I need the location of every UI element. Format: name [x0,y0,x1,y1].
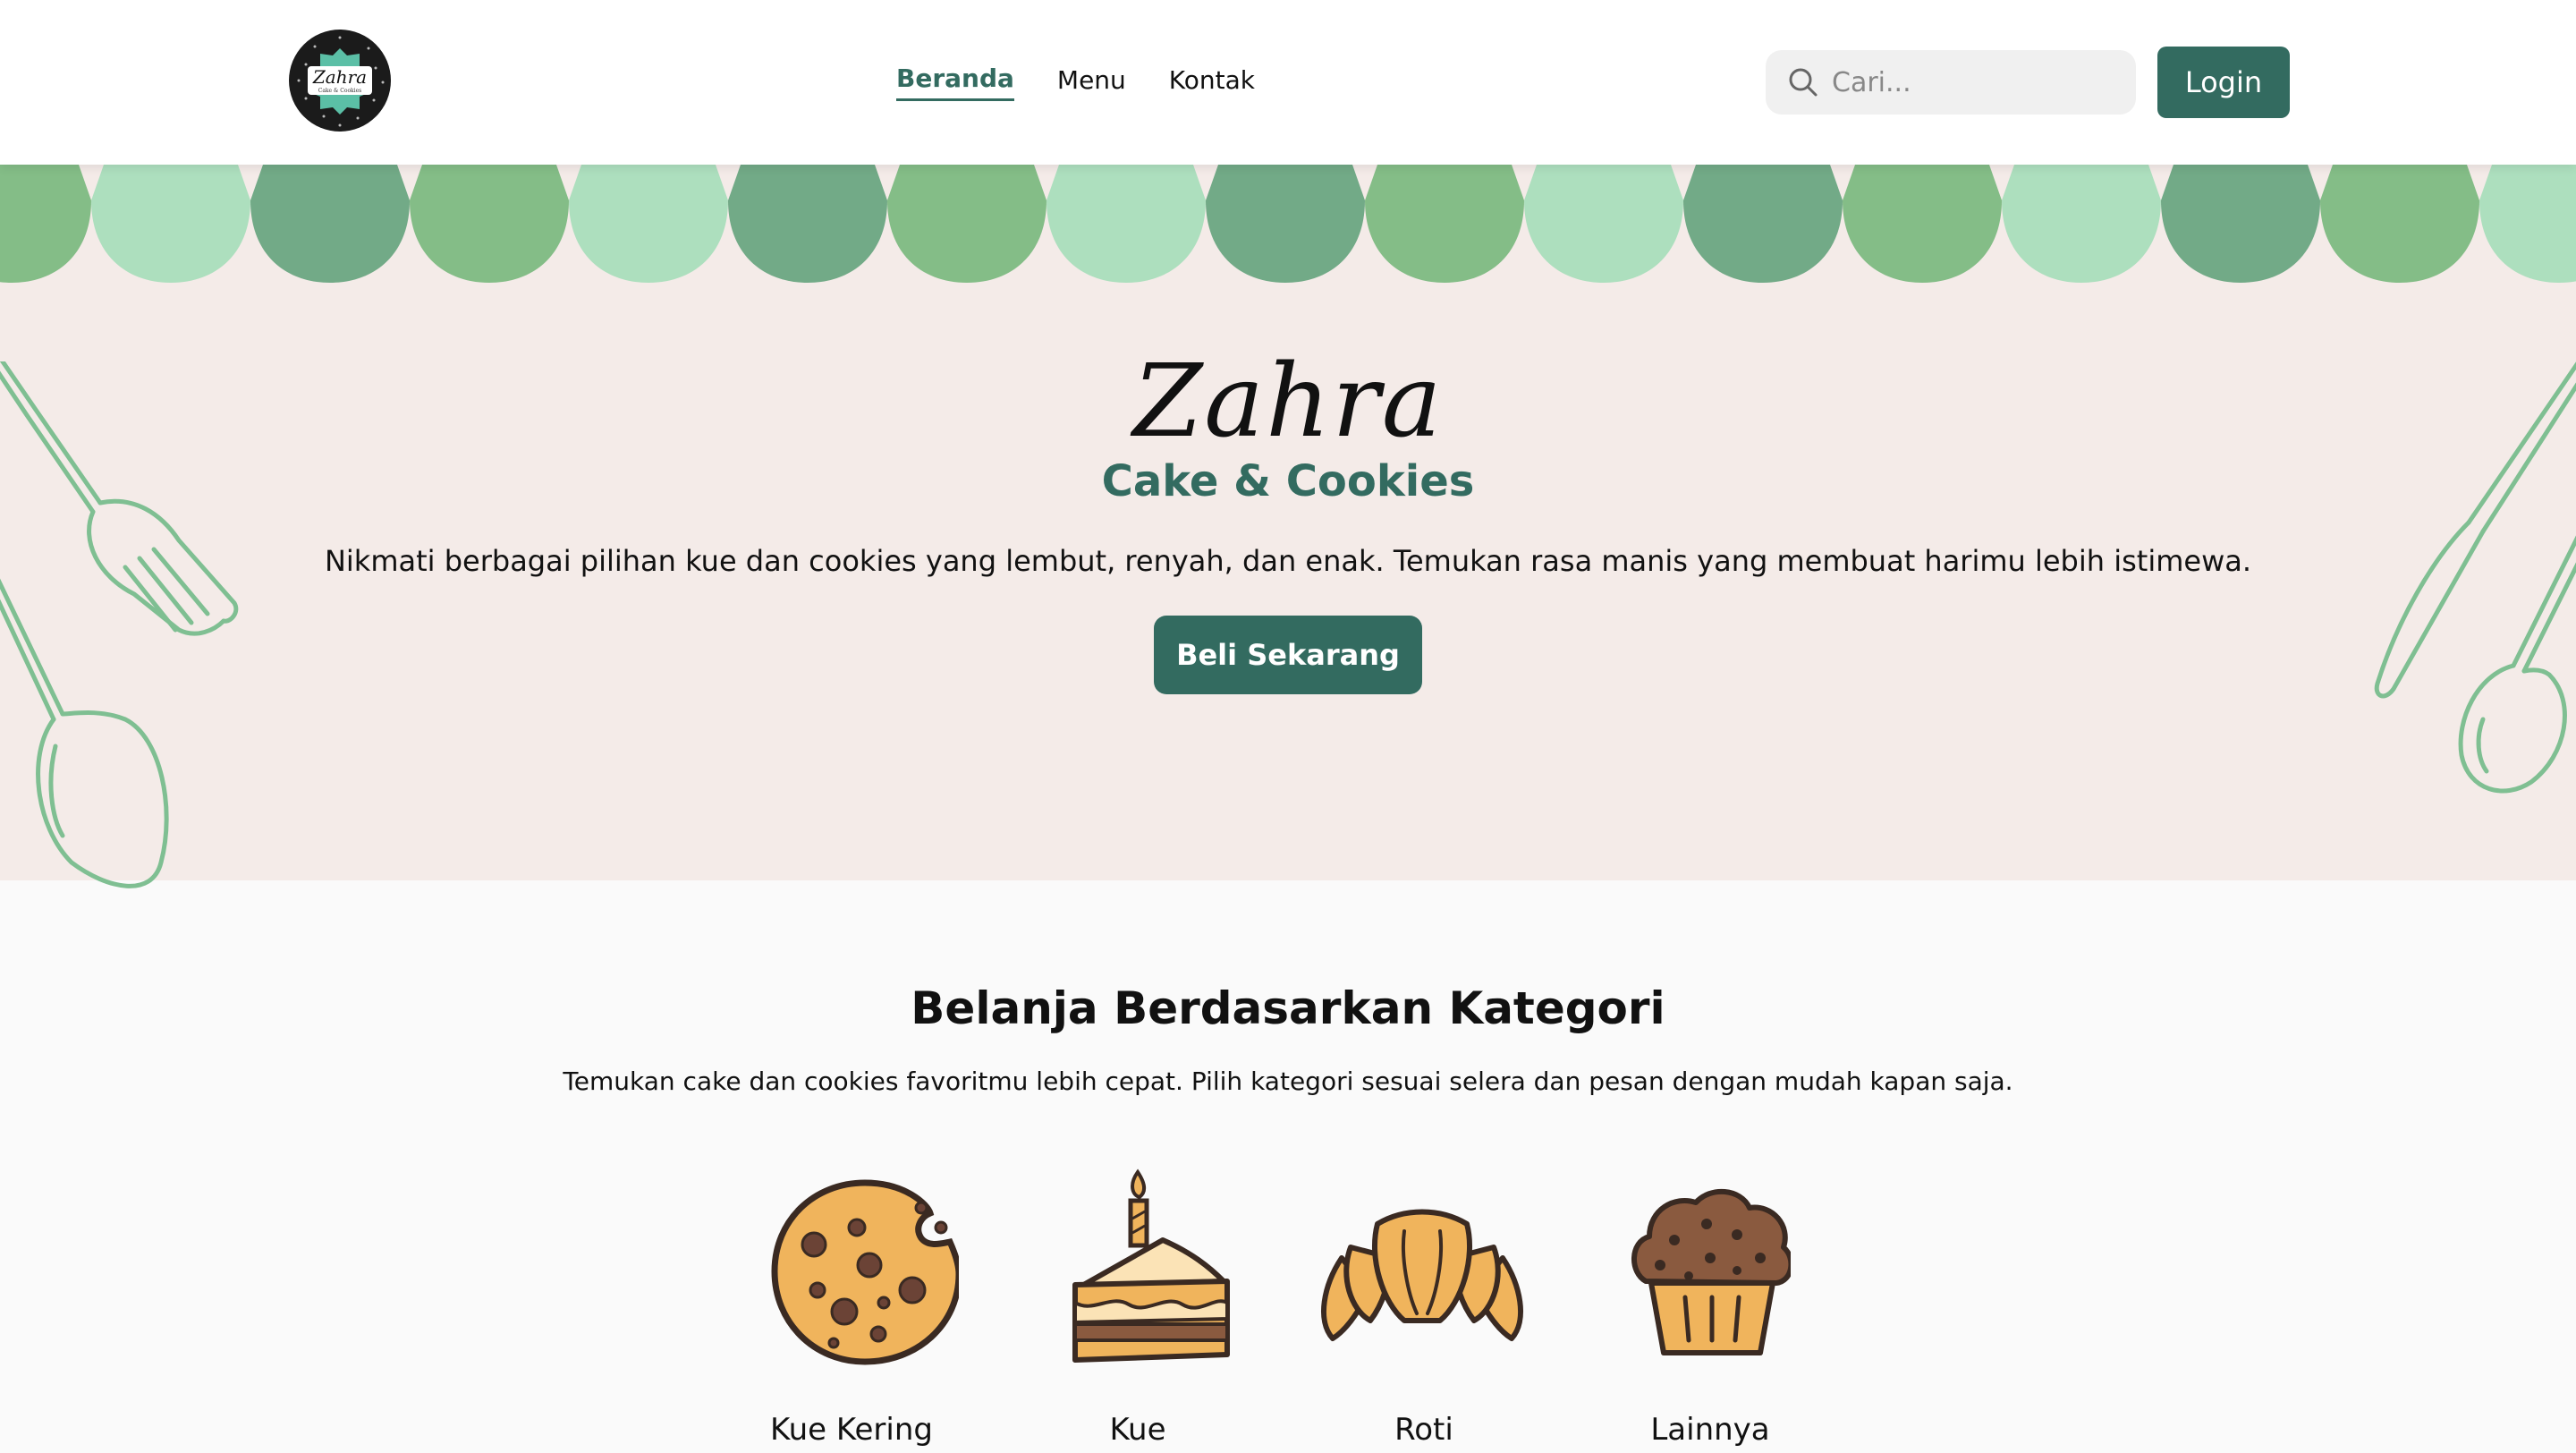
awning-scallop [410,165,569,283]
logo-script-text: Zahra [312,66,367,88]
awning-scallop [2479,165,2576,283]
hero-brand-script: Zahra [1132,344,1444,460]
awning-scallop [728,165,887,283]
awning-scallop [1206,165,1365,283]
awning-scallop [1365,165,1524,283]
awning-scallop [1843,165,2002,283]
category-label: Kue Kering [770,1412,933,1448]
navbar: Zahra Cake & Cookies Beranda Menu Kontak… [0,0,2576,165]
category-label: Lainnya [1650,1412,1770,1448]
awning-scallop [887,165,1046,283]
search-box[interactable] [1766,50,2136,115]
nav-link-kontak[interactable]: Kontak [1169,65,1255,100]
logo[interactable]: Zahra Cake & Cookies [288,29,392,132]
hero-description: Nikmati berbagai pilihan kue dan cookies… [324,544,2252,578]
category-label: Roti [1394,1412,1453,1448]
awning-scallop [569,165,728,283]
awning-scallop [250,165,410,283]
categories-description: Temukan cake dan cookies favoritmu lebih… [563,1066,2013,1096]
nav-link-beranda[interactable]: Beranda [896,64,1014,101]
croissant-icon [1321,1209,1523,1341]
category-label: Kue [1109,1412,1166,1448]
awning-scallop [1046,165,1206,283]
awning-scallop [91,165,250,283]
category-lainnya[interactable]: Lainnya [1603,1177,1818,1453]
awning-scallop [1683,165,1843,283]
muffin-icon [1631,1189,1791,1355]
hero-subtitle: Cake & Cookies [1101,456,1475,506]
category-roti[interactable]: Roti [1317,1177,1531,1453]
category-grid: Kue Kering Kue Roti Lainnya [744,1168,1832,1453]
search-input[interactable] [1830,65,2129,99]
categories-title: Belanja Berdasarkan Kategori [911,982,1665,1034]
login-button[interactable]: Login [2157,47,2290,118]
awning-scallop [2002,165,2161,283]
buy-now-button[interactable]: Beli Sekarang [1154,616,1422,694]
awning-scallop [2320,165,2479,283]
awning-scallop [1524,165,1683,283]
awning-scallop [2161,165,2320,283]
nav-link-menu[interactable]: Menu [1057,65,1126,100]
category-kue-kering[interactable]: Kue Kering [744,1177,959,1453]
awning-scallop [0,165,91,283]
cookie-icon [771,1179,959,1365]
awning-decoration [0,165,2576,283]
search-icon [1789,68,1818,97]
logo-tagline-text: Cake & Cookies [318,88,362,94]
nav-links: Beranda Menu Kontak [896,63,1255,102]
category-kue[interactable]: Kue [1030,1168,1245,1453]
cake-slice-icon [1072,1168,1230,1363]
logo-badge-icon: Zahra Cake & Cookies [289,30,391,132]
